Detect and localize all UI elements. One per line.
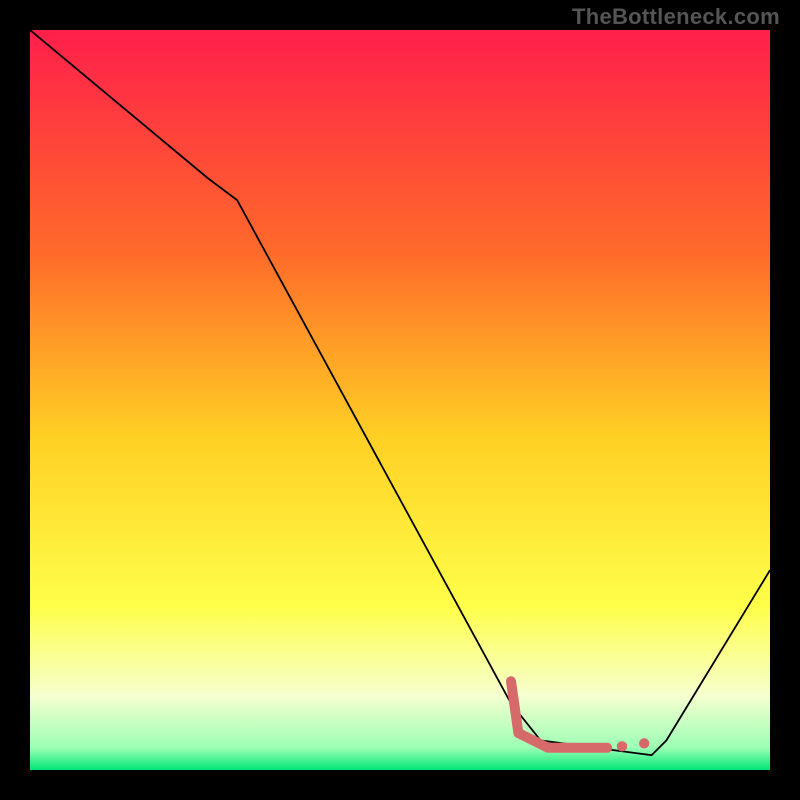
watermark-text: TheBottleneck.com: [572, 4, 780, 30]
chart-frame: TheBottleneck.com: [0, 0, 800, 800]
optimal-marker-dot: [639, 738, 649, 748]
gradient-background: [30, 30, 770, 770]
plot-area: [30, 30, 770, 770]
plot-svg: [30, 30, 770, 770]
optimal-marker-dot: [617, 741, 627, 751]
